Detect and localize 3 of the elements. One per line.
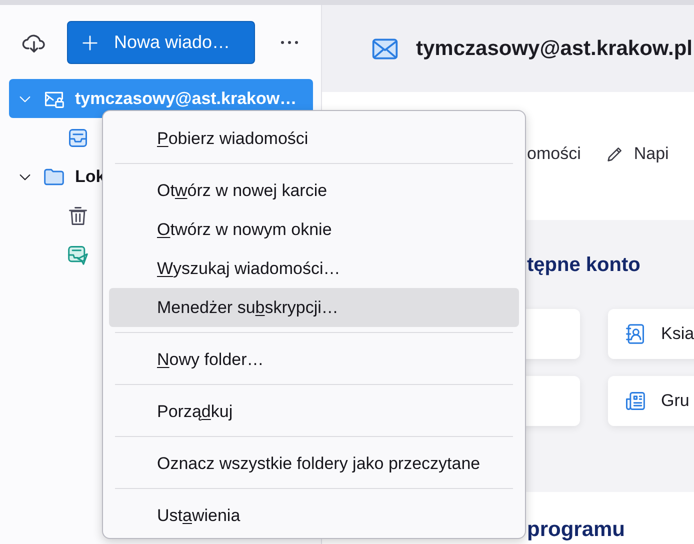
- section-heading: programu: [527, 518, 626, 541]
- account-title: tymczasowy@ast.krakow.pl: [416, 36, 692, 60]
- folder-label: tymczasowy@ast.krakow…: [75, 88, 297, 108]
